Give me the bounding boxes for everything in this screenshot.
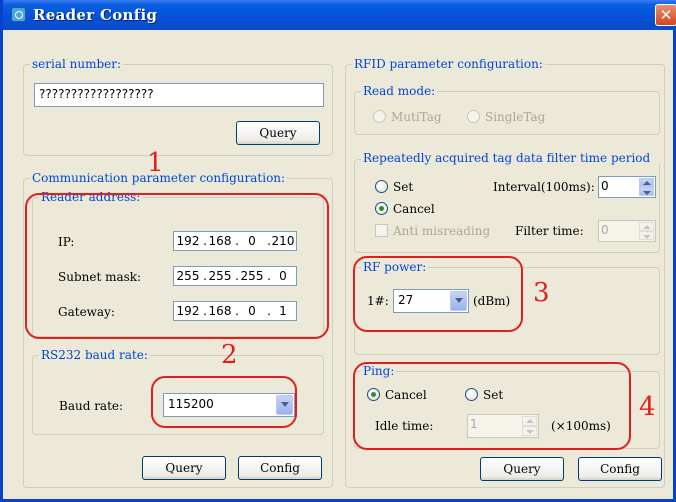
spin-down-icon[interactable] [639, 231, 654, 240]
comm-config-button[interactable]: Config [238, 456, 322, 480]
title-bar[interactable]: Reader Config ✕ [3, 0, 676, 30]
anti-misreading-checkbox[interactable] [375, 224, 388, 237]
annotation-number: 1 [147, 148, 164, 178]
app-icon [11, 7, 26, 22]
spin-up-icon[interactable] [639, 178, 654, 187]
mutitag-label: MutiTag [391, 110, 442, 124]
annotation-box-reader-address [25, 193, 329, 339]
comm-query-button[interactable]: Query [142, 456, 226, 480]
singletag-radio[interactable] [467, 110, 480, 123]
filter-cancel-label: Cancel [393, 202, 435, 216]
spin-down-icon[interactable] [639, 187, 654, 196]
annotation-box-rf-power [353, 256, 523, 332]
rfid-query-button[interactable]: Query [480, 457, 564, 481]
window-title: Reader Config [33, 6, 158, 24]
rfid-config-button[interactable]: Config [578, 457, 662, 481]
anti-misreading-label: Anti misreading [393, 224, 491, 238]
read-mode-legend: Read mode: [361, 84, 438, 98]
filter-time-stepper[interactable]: 0 [598, 220, 656, 242]
annotation-box-ping [353, 362, 631, 450]
annotation-number: 3 [533, 278, 550, 308]
rs232-baud-legend: RS232 baud rate: [39, 348, 150, 362]
reader-config-window: Reader Config ✕ serial number: ?????????… [0, 0, 676, 502]
interval-label: Interval(100ms): [493, 180, 595, 194]
filter-set-radio[interactable] [375, 180, 388, 193]
filter-time-spin-buttons [639, 222, 654, 240]
filter-time-value: 0 [601, 223, 609, 237]
singletag-label: SingleTag [485, 110, 546, 124]
filter-time-label: Filter time: [515, 224, 584, 238]
close-icon: ✕ [659, 6, 673, 24]
filter-cancel-radio[interactable] [375, 202, 388, 215]
serial-query-button[interactable]: Query [236, 121, 320, 145]
serial-number-legend: serial number: [30, 57, 124, 71]
rfid-legend: RFID parameter configuration: [352, 57, 545, 71]
serial-number-field[interactable]: ?????????????????? [34, 83, 324, 107]
filter-time-group: Repeatedly acquired tag data filter time… [354, 152, 663, 253]
serial-number-group: serial number: ?????????????????? Query [23, 57, 333, 156]
interval-value: 0 [601, 179, 609, 193]
filter-time-legend: Repeatedly acquired tag data filter time… [361, 152, 663, 164]
annotation-number: 2 [221, 340, 238, 370]
filter-set-label: Set [393, 180, 414, 194]
mutitag-radio[interactable] [373, 110, 386, 123]
annotation-box-baud-rate [151, 376, 297, 428]
spin-up-icon[interactable] [639, 222, 654, 231]
interval-spin-buttons [639, 178, 654, 196]
read-mode-group: Read mode: MutiTag SingleTag [354, 84, 660, 135]
annotation-number: 4 [639, 392, 656, 422]
interval-stepper[interactable]: 0 [598, 176, 656, 198]
baud-rate-label: Baud rate: [59, 399, 124, 413]
close-button[interactable]: ✕ [655, 4, 676, 26]
